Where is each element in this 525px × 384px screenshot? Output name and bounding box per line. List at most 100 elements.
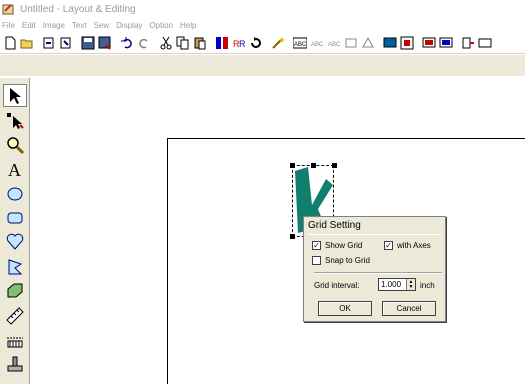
rotate-arrow-icon [251, 36, 261, 48]
new-button[interactable] [2, 35, 18, 51]
stitch-grid-icon [400, 36, 414, 49]
rectangle-shape-icon [7, 212, 23, 223]
paste-icon [194, 37, 206, 49]
preview-icon [422, 37, 436, 47]
grid-interval-value[interactable]: 1.000 [379, 280, 406, 289]
svg-text:ABC: ABC [294, 42, 307, 48]
transfer-icon [462, 37, 474, 48]
copy-button[interactable] [175, 35, 191, 51]
grid-interval-spinner[interactable]: 1.000 ▲ ▼ [378, 278, 416, 291]
rectangle-tool[interactable] [3, 206, 27, 229]
menu-option[interactable]: Option [149, 21, 173, 30]
dialog-body: ✓ Show Grid ✓ with Axes Snap to Grid Gri… [308, 234, 442, 318]
snap-to-grid-label: Snap to Grid [325, 256, 370, 265]
text-shape-button[interactable] [360, 35, 376, 51]
save-button[interactable] [80, 35, 96, 51]
text-arc-button[interactable]: ABC [309, 35, 325, 51]
ok-button[interactable]: OK [318, 301, 372, 316]
magic-wand-button[interactable] [270, 35, 286, 51]
export-button[interactable] [58, 35, 74, 51]
magic-wand-icon [272, 36, 285, 49]
view-design-button[interactable] [382, 35, 398, 51]
text-flag-button[interactable] [343, 35, 359, 51]
menu-text[interactable]: Text [72, 21, 87, 30]
stamp-tool[interactable] [3, 353, 27, 376]
grid-interval-label: Grid interval: [314, 281, 360, 290]
transfer-button[interactable] [460, 35, 476, 51]
ellipse-tool[interactable] [3, 182, 27, 205]
main-toolbar: RR ABC ABC ABC [0, 32, 525, 54]
preview-button[interactable] [421, 35, 437, 51]
undo-button[interactable] [119, 35, 135, 51]
region-tool[interactable] [3, 279, 27, 302]
new-file-icon [5, 36, 16, 49]
zoom-tool[interactable] [3, 133, 27, 156]
redo-button[interactable] [136, 35, 152, 51]
text-flag-icon [345, 38, 357, 47]
menu-bar: File Edit Image Text Sew Display Option … [0, 18, 525, 32]
outline-tool[interactable] [3, 255, 27, 278]
dialog-divider [314, 272, 442, 274]
card-button[interactable] [477, 35, 493, 51]
spin-down-icon[interactable]: ▼ [409, 284, 414, 290]
rotate-90-button[interactable] [248, 35, 264, 51]
menu-file[interactable]: File [2, 21, 15, 30]
resize-handle-nw[interactable] [290, 163, 295, 168]
text-abc-icon: ABC [293, 37, 307, 48]
copy-icon [176, 36, 189, 49]
with-axes-checkbox[interactable]: ✓ [384, 241, 393, 250]
open-button[interactable] [19, 35, 35, 51]
open-folder-icon [20, 39, 33, 48]
stitch-tool[interactable] [3, 328, 27, 351]
save-disk-icon [81, 36, 95, 49]
stamp-icon [7, 356, 23, 371]
text-abc-button[interactable]: ABC [292, 35, 308, 51]
spinner-arrows[interactable]: ▲ ▼ [406, 279, 415, 290]
resize-handle-sw[interactable] [290, 234, 295, 239]
circle-shape-icon [7, 187, 23, 200]
grid-setting-dialog: Grid Setting ✓ Show Grid ✓ with Axes Sna… [303, 216, 446, 322]
with-axes-row[interactable]: ✓ with Axes [384, 241, 431, 250]
show-grid-checkbox[interactable]: ✓ [312, 241, 321, 250]
cancel-button[interactable]: Cancel [382, 301, 436, 316]
measure-tool[interactable] [3, 304, 27, 327]
region-icon [7, 283, 23, 297]
outline-shape-icon [8, 258, 23, 274]
save-as-button[interactable] [97, 35, 113, 51]
paste-button[interactable] [192, 35, 208, 51]
magnifier-icon [7, 136, 25, 154]
mirror-button[interactable] [214, 35, 230, 51]
resize-handle-ne[interactable] [332, 163, 337, 168]
rotate-button[interactable]: RR [231, 35, 247, 51]
show-grid-row[interactable]: ✓ Show Grid [312, 241, 362, 250]
grid-interval-unit: inch [420, 281, 435, 290]
dialog-title: Grid Setting [308, 220, 361, 231]
app-icon [2, 4, 14, 15]
with-axes-label: with Axes [397, 241, 431, 250]
view-stitch-button[interactable] [399, 35, 415, 51]
mirror-icon [216, 36, 228, 49]
window-title: Untitled - Layout & Editing [20, 3, 136, 15]
menu-help[interactable]: Help [180, 21, 196, 30]
cut-button[interactable] [158, 35, 174, 51]
snap-to-grid-checkbox[interactable] [312, 256, 321, 265]
menu-edit[interactable]: Edit [22, 21, 36, 30]
point-edit-tool[interactable] [3, 108, 27, 131]
shape-tool[interactable] [3, 230, 27, 253]
text-wave-button[interactable]: ABC [326, 35, 342, 51]
select-tool[interactable] [3, 84, 27, 107]
snap-to-grid-row[interactable]: Snap to Grid [312, 256, 370, 265]
menu-sew[interactable]: Sew [94, 21, 110, 30]
tool-panel: A [0, 78, 30, 384]
redo-icon [139, 38, 148, 48]
svg-text:R: R [239, 39, 246, 49]
letter-a-icon: A [8, 160, 21, 179]
svg-text:ABC: ABC [311, 42, 324, 48]
menu-display[interactable]: Display [116, 21, 142, 30]
import-button[interactable] [41, 35, 57, 51]
realistic-preview-button[interactable] [438, 35, 454, 51]
menu-image[interactable]: Image [43, 21, 65, 30]
resize-handle-n[interactable] [311, 163, 316, 168]
text-tool[interactable]: A [3, 157, 27, 180]
title-bar: Untitled - Layout & Editing [0, 0, 525, 18]
